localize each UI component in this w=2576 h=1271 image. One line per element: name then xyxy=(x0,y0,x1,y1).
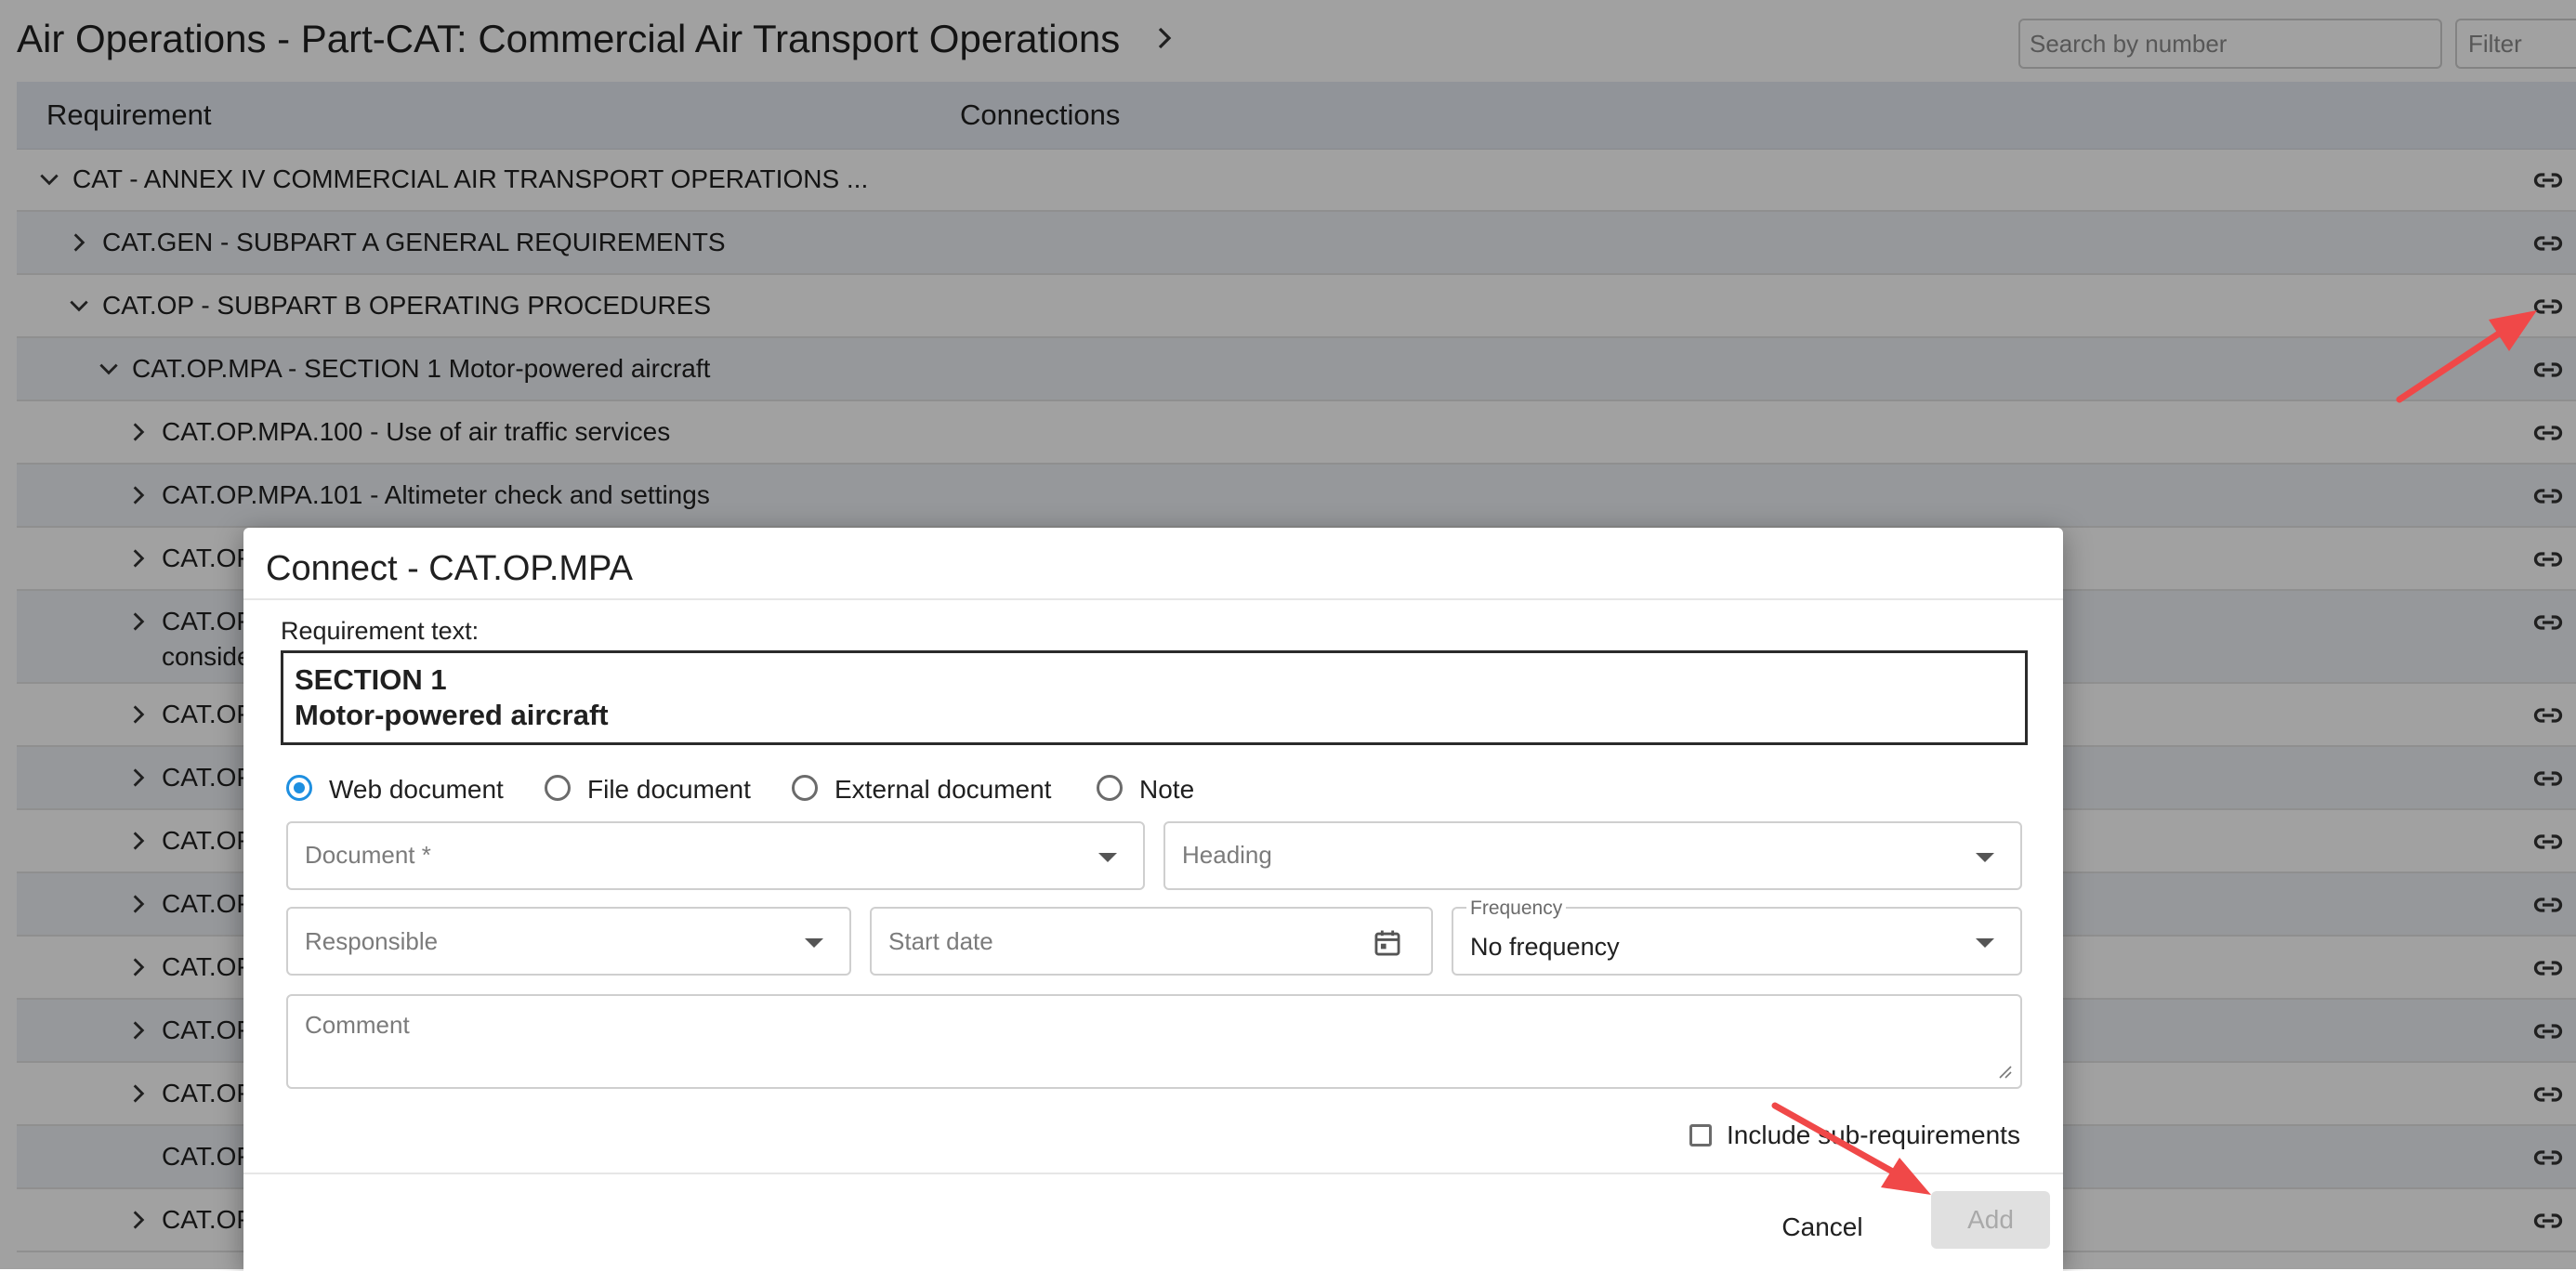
annotation-arrow-icon xyxy=(2396,310,2537,403)
annotation-arrows xyxy=(1771,310,2537,1195)
annotation-arrow-icon xyxy=(1771,1102,1931,1195)
